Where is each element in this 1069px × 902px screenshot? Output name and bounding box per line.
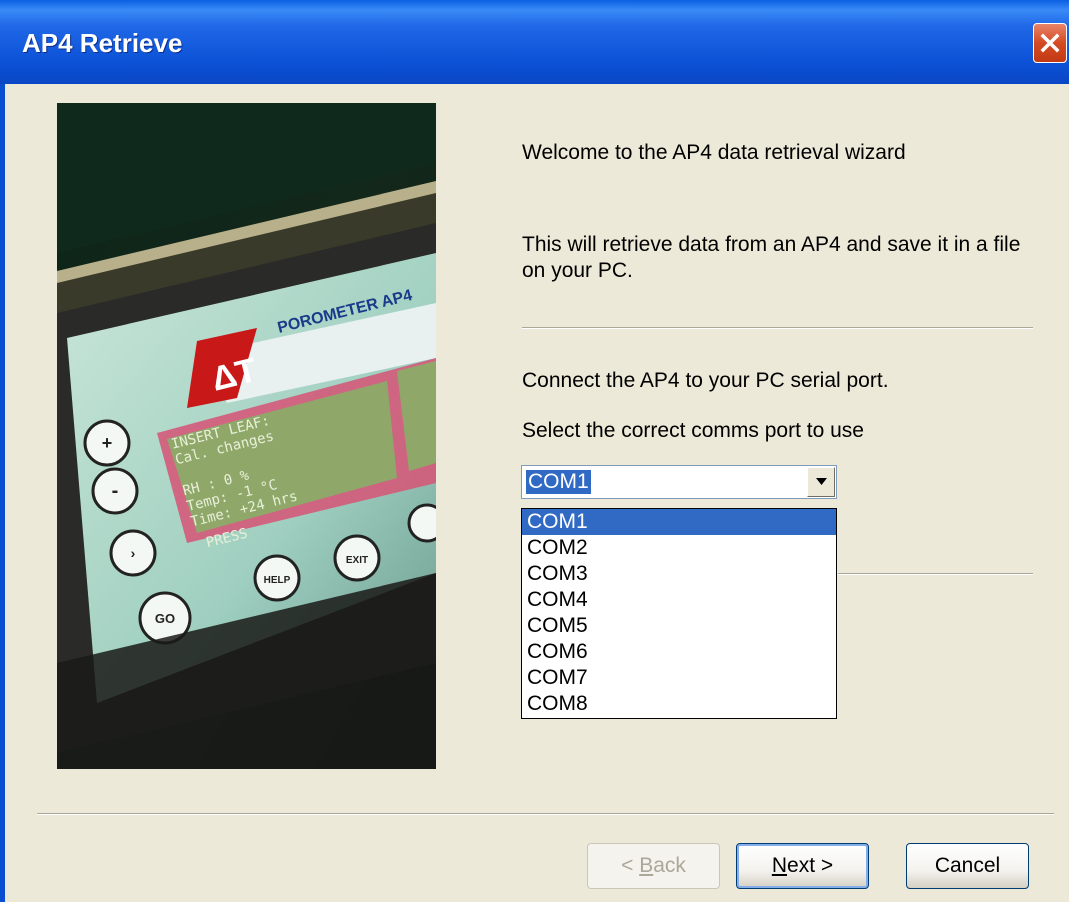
port-combobox[interactable]: COM1 bbox=[521, 465, 837, 499]
photo-button-help: HELP bbox=[264, 575, 291, 586]
back-button-accel: B bbox=[639, 854, 654, 877]
port-option-com8[interactable]: COM8 bbox=[522, 691, 836, 717]
chevron-down-icon bbox=[816, 478, 827, 485]
port-option-com1[interactable]: COM1 bbox=[522, 509, 836, 535]
combo-selected-value: COM1 bbox=[526, 470, 591, 494]
window-frame bbox=[0, 84, 5, 902]
back-button-suffix: ack bbox=[653, 854, 686, 877]
port-option-com5[interactable]: COM5 bbox=[522, 613, 836, 639]
close-icon bbox=[1040, 33, 1060, 53]
welcome-text: Welcome to the AP4 data retrieval wizard bbox=[522, 141, 906, 164]
device-photo: INSERT LEAF: Cal. changes RH : 0 % Temp:… bbox=[57, 103, 436, 769]
wizard-window: AP4 Retrieve INSERT LEAF: Cal. changes R… bbox=[0, 0, 1069, 902]
cancel-button[interactable]: Cancel bbox=[906, 843, 1029, 889]
footer-separator bbox=[37, 813, 1054, 815]
description-text: This will retrieve data from an AP4 and … bbox=[522, 233, 1021, 282]
svg-text:›: › bbox=[131, 545, 136, 561]
separator bbox=[522, 327, 1033, 329]
port-option-com3[interactable]: COM3 bbox=[522, 561, 836, 587]
photo-button-plus: + bbox=[102, 433, 113, 453]
combo-dropdown-button[interactable] bbox=[807, 467, 835, 497]
port-option-com6[interactable]: COM6 bbox=[522, 639, 836, 665]
port-option-com7[interactable]: COM7 bbox=[522, 665, 836, 691]
separator bbox=[838, 573, 1033, 575]
close-button[interactable] bbox=[1033, 23, 1067, 63]
port-option-com4[interactable]: COM4 bbox=[522, 587, 836, 613]
back-button-prefix: < bbox=[621, 854, 640, 877]
window-title: AP4 Retrieve bbox=[22, 28, 183, 58]
photo-button-minus: - bbox=[112, 480, 119, 502]
next-button-accel: N bbox=[771, 854, 788, 877]
title-bar[interactable]: AP4 Retrieve bbox=[0, 0, 1069, 84]
next-button-suffix: ext > bbox=[787, 854, 834, 877]
next-button[interactable]: Next > bbox=[736, 843, 869, 889]
select-port-text: Select the correct comms port to use bbox=[522, 419, 864, 442]
back-button[interactable]: < Back bbox=[587, 843, 720, 889]
photo-button-exit: EXIT bbox=[346, 555, 368, 566]
photo-button-go: GO bbox=[155, 611, 175, 626]
port-option-com2[interactable]: COM2 bbox=[522, 535, 836, 561]
connect-text: Connect the AP4 to your PC serial port. bbox=[522, 369, 889, 392]
port-dropdown-list: COM1 COM2 COM3 COM4 COM5 COM6 COM7 COM8 bbox=[521, 508, 837, 719]
